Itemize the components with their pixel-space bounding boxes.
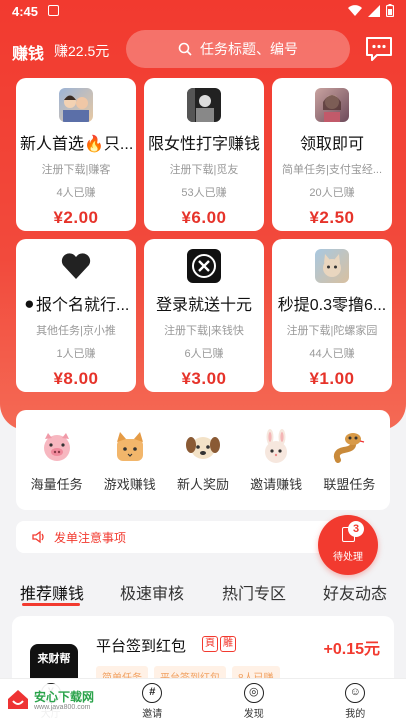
pending-button[interactable]: 3 待处理 <box>318 515 378 575</box>
task-subtitle: 其他任务|京小推 <box>36 325 116 337</box>
search-icon <box>178 42 192 56</box>
task-title: 领取即可 <box>299 136 364 153</box>
rabbit-icon <box>257 428 295 466</box>
task-title: ⚫报个名就行... <box>22 297 130 314</box>
cat-avatar-icon <box>315 249 349 283</box>
task-subtitle: 注册下载|陀螺家园 <box>286 325 378 337</box>
pig-icon <box>38 428 76 466</box>
task-card[interactable]: ⚫报个名就行... 其他任务|京小推 1人已赚 ¥8.00 <box>16 239 136 392</box>
nav-label: 邀请 <box>142 709 163 720</box>
tab-bar: 推荐赚钱 极速审核 热门专区 好友动态 <box>0 576 406 610</box>
category-panel: 海量任务 游戏赚钱 新人奖励 邀请赚钱 联盟任务 <box>16 410 390 510</box>
list-item[interactable]: 来财帮 平台签到红包 頁 雕 +0.15元 简单任务 平台签到红包 8人已赚 <box>12 616 394 692</box>
task-count: 20人已赚 <box>309 187 355 199</box>
task-count: 6人已赚 <box>184 348 224 360</box>
earned-amount: 赚22.5元 <box>54 43 110 59</box>
category-label: 游戏赚钱 <box>103 476 156 492</box>
x-logo-icon <box>187 249 221 283</box>
task-count: 1人已赚 <box>56 348 96 360</box>
pending-label: 待处理 <box>333 552 363 563</box>
category-label: 联盟任务 <box>323 476 376 492</box>
task-count: 4人已赚 <box>56 187 96 199</box>
dog-icon <box>184 428 222 466</box>
category-label: 新人奖励 <box>176 476 229 492</box>
task-count: 53人已赚 <box>181 187 227 199</box>
task-subtitle: 简单任务|支付宝经... <box>281 164 383 176</box>
category-mass-tasks[interactable]: 海量任务 <box>24 428 90 493</box>
task-grid: 新人首选🔥只... 注册下载|赚客 4人已赚 ¥2.00 限女性打字赚钱 注册下… <box>16 78 392 392</box>
smile-icon: ☺ <box>345 683 366 703</box>
status-icons <box>348 4 394 17</box>
task-price: ¥6.00 <box>181 208 227 227</box>
list-item-tag: 雕 <box>220 636 236 652</box>
task-card[interactable]: 秒提0.3零撸6... 注册下载|陀螺家园 44人已赚 ¥1.00 <box>272 239 392 392</box>
tab-fast-review[interactable]: 极速审核 <box>120 580 184 604</box>
task-card[interactable]: 登录就送十元 注册下载|来钱快 6人已赚 ¥3.00 <box>144 239 264 392</box>
category-label: 邀请赚钱 <box>250 476 303 492</box>
pending-count-badge: 3 <box>348 521 364 537</box>
bw-avatar-icon <box>187 88 221 122</box>
nav-label: 发现 <box>243 709 264 720</box>
task-title: 登录就送十元 <box>155 297 252 314</box>
task-card[interactable]: 限女性打字赚钱 注册下载|觅友 53人已赚 ¥6.00 <box>144 78 264 231</box>
list-item-tag: 頁 <box>202 636 218 652</box>
status-bar: 4:45 <box>0 0 406 24</box>
tab-friends[interactable]: 好友动态 <box>323 580 387 604</box>
task-price: ¥8.00 <box>53 369 99 388</box>
battery-icon <box>386 4 394 17</box>
notice-bar[interactable]: 发单注意事项 <box>16 521 338 553</box>
tab-hot[interactable]: 热门专区 <box>222 580 286 604</box>
task-price: ¥3.00 <box>181 369 227 388</box>
list-item-reward: +0.15元 <box>323 641 381 658</box>
notification-icon <box>48 5 59 16</box>
task-price: ¥2.00 <box>53 208 99 227</box>
nav-discover[interactable]: ◎ 发现 <box>224 679 284 721</box>
list-item-title: 平台签到红包 <box>96 638 187 655</box>
status-time: 4:45 <box>12 4 39 19</box>
girl-avatar-icon <box>315 88 349 122</box>
watermark-name: 安心下载网 <box>34 690 95 704</box>
category-game[interactable]: 游戏赚钱 <box>97 428 163 493</box>
task-card[interactable]: 领取即可 简单任务|支付宝经... 20人已赚 ¥2.50 <box>272 78 392 231</box>
active-tab-indicator <box>22 603 80 606</box>
notice-text: 发单注意事项 <box>54 530 127 545</box>
compass-icon: ◎ <box>243 683 264 703</box>
task-subtitle: 注册下载|赚客 <box>41 164 111 176</box>
task-price: ¥2.50 <box>309 208 355 227</box>
task-title: 新人首选🔥只... <box>20 136 134 153</box>
nav-mine[interactable]: ☺ 我的 <box>325 679 385 721</box>
category-newbie[interactable]: 新人奖励 <box>170 428 236 493</box>
category-alliance[interactable]: 联盟任务 <box>316 428 382 493</box>
search-input[interactable]: 任务标题、编号 <box>126 30 350 68</box>
task-title: 秒提0.3零撸6... <box>277 297 387 314</box>
house-logo-icon <box>8 690 28 709</box>
speaker-icon <box>32 530 44 544</box>
task-count: 44人已赚 <box>309 348 355 360</box>
category-invite[interactable]: 邀请赚钱 <box>243 428 309 493</box>
nav-label: 我的 <box>345 709 366 720</box>
nav-invite[interactable]: # 邀请 <box>122 679 182 721</box>
black-heart-icon <box>59 249 93 283</box>
task-subtitle: 注册下载|觅友 <box>169 164 239 176</box>
kids-avatar-icon <box>59 88 93 122</box>
task-price: ¥1.00 <box>309 369 355 388</box>
signal-icon <box>368 4 380 17</box>
watermark-url: www.java800.com <box>34 704 91 711</box>
category-label: 海量任务 <box>30 476 83 492</box>
search-placeholder: 任务标题、编号 <box>200 41 298 57</box>
top-bar: 赚钱 赚22.5元 任务标题、编号 <box>0 28 406 72</box>
tab-recommended[interactable]: 推荐赚钱 <box>20 580 84 604</box>
task-title: 限女性打字赚钱 <box>148 136 261 153</box>
message-icon[interactable] <box>364 34 394 64</box>
cat-icon <box>111 428 149 466</box>
snake-icon <box>330 428 368 466</box>
hash-icon: # <box>142 683 163 703</box>
page-title: 赚钱 <box>12 46 45 63</box>
task-card[interactable]: 新人首选🔥只... 注册下载|赚客 4人已赚 ¥2.00 <box>16 78 136 231</box>
site-watermark: 安心下载网 www.java800.com <box>2 684 106 718</box>
wifi-icon <box>348 4 362 16</box>
task-subtitle: 注册下载|来钱快 <box>164 325 244 337</box>
